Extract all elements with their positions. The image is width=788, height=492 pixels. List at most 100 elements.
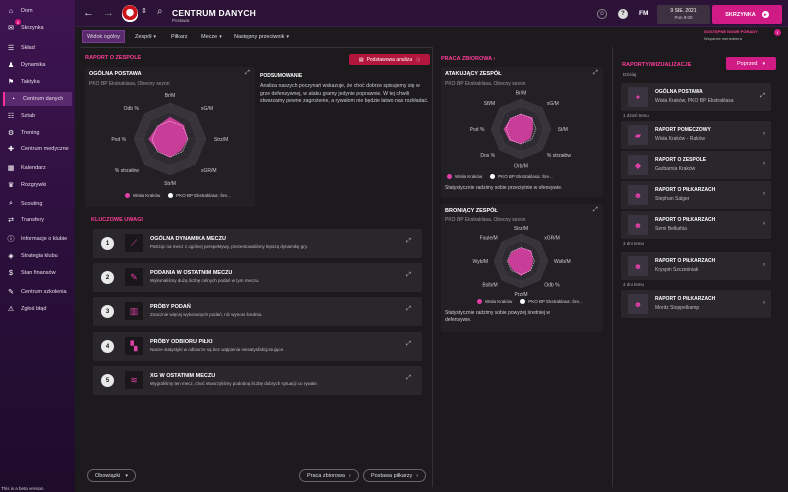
team-report-title: RAPORT O ZESPOLE: [85, 55, 142, 61]
sidebar-item-strategia-klubu[interactable]: ◈ Strategia klubu: [3, 249, 72, 263]
sidebar-item-kalendarz[interactable]: ▦ Kalendarz: [3, 161, 72, 175]
sidebar-item-label: Centrum danych: [23, 96, 64, 102]
expand-icon[interactable]: ⤢: [406, 272, 411, 279]
sidebar-item-dynamika[interactable]: ♟ Dynamika: [3, 58, 72, 72]
fm-logo[interactable]: FM: [639, 10, 648, 17]
tab-label: Zespół: [135, 33, 152, 40]
manager-icon[interactable]: ☺: [597, 9, 607, 19]
sidebar-item-transfery[interactable]: ⇄ Transfery: [3, 213, 72, 227]
expand-icon[interactable]: ⤢: [593, 70, 598, 77]
sort-dropdown[interactable]: Poprzed ▾: [726, 57, 776, 70]
sidebar-item-taktyka[interactable]: ⚑ Taktyka: [3, 75, 72, 89]
report-item[interactable]: ✦ OGÓLNA POSTAWA Wisła Kraków, PKO BP Ek…: [621, 83, 771, 111]
continue-button[interactable]: SKRZYNKA ▸: [712, 5, 782, 24]
insight-item[interactable]: 5 ≋ XG W OSTATNIM MECZU Wygraliśmy ten m…: [93, 366, 422, 395]
search-icon[interactable]: ⌕: [157, 6, 163, 17]
sidebar-item-label: Centrum medyczne: [21, 146, 69, 152]
legend-team-label: Wisła Kraków: [485, 299, 513, 304]
report-item[interactable]: ◆ RAPORT O ZESPOLE Garbarnia Kraków ›: [621, 151, 771, 179]
insight-number: 1: [101, 237, 114, 250]
date-text: 9 SIE. 2021: [670, 8, 697, 14]
report-item[interactable]: ☻ RAPORT O PIŁKARZACH Stephan Salger ›: [621, 181, 771, 209]
sort-label: Poprzed: [736, 60, 758, 67]
report-title: OGÓLNA POSTAWA: [655, 89, 703, 95]
legend-league-label: PKO BP Ekstraklasa: Śre...: [498, 174, 553, 179]
team-work-button[interactable]: Praca zbiorowa ›: [299, 469, 359, 482]
sidebar-item-label: Rozgrywki: [21, 182, 47, 188]
insight-title: XG W OSTATNIM MECZU: [150, 373, 216, 379]
sidebar-item-stan-finansów[interactable]: $ Stan finansów: [3, 266, 72, 280]
player-stance-button[interactable]: Postawa piłkarzy ›: [363, 469, 427, 482]
page-title: CENTRUM DANYCH: [172, 8, 257, 18]
back-arrow-icon[interactable]: ←: [83, 7, 94, 19]
tab-mecze[interactable]: Mecze ▾: [197, 30, 226, 43]
sidebar-item-rozgrywki[interactable]: ♛ Rozgrywki: [3, 178, 72, 192]
expand-icon[interactable]: ⤢: [593, 207, 598, 214]
sidebar-item-dom[interactable]: ⌂ Dom: [3, 4, 72, 18]
chevron-down-icon: ▾: [153, 33, 157, 40]
page-subtitle: Postawa: [172, 18, 190, 23]
sidebar-item-sztab[interactable]: ☷ Sztab: [3, 109, 72, 123]
insight-item[interactable]: 3 ▥ PRÓBY PODAŃ Znacznie więcej wykonany…: [93, 297, 422, 326]
radar-axis-label: xG/M: [547, 101, 559, 107]
report-item[interactable]: ▰ RAPORT POMECZOWY Wisła Kraków - Raków …: [621, 121, 771, 149]
insight-title: PRÓBY PODAŃ: [150, 304, 191, 310]
team-work-title[interactable]: PRACA ZBIOROWA ›: [441, 56, 495, 62]
tab-następny-przeciwnik[interactable]: Następny przeciwnik ▾: [230, 30, 293, 43]
legend-team-dot: [477, 299, 482, 304]
sidebar-item-label: Skrzynka: [21, 25, 44, 31]
insight-item[interactable]: 2 ✎ PODANIA W OSTATNIM MECZU Wykonaliśmy…: [93, 263, 422, 292]
sidebar-item-trening[interactable]: ⚙ Trening: [3, 126, 72, 140]
insight-description: Znacznie więcej wykonanych podań, niż wy…: [150, 312, 263, 317]
insight-thumbnail-icon: ⟋: [125, 234, 143, 252]
tab-zespół[interactable]: Zespół ▾: [131, 30, 160, 43]
report-item[interactable]: ☻ RAPORT O PIŁKARZACH Semi Belkahia ›: [621, 211, 771, 239]
sidebar-item-centrum-danych[interactable]: ◔ Centrum danych: [3, 92, 72, 106]
reports-title: RAPORTY/WIZUALIZACJE: [622, 62, 692, 68]
tab-widok-ogólny[interactable]: Widok ogólny: [82, 30, 126, 43]
radar-axis-label: St/M: [558, 127, 568, 133]
scouting-icon: ⌕: [9, 200, 13, 207]
tab-label: Piłkarz: [171, 33, 188, 40]
report-group-label: 3 dni temu: [623, 241, 645, 246]
overall-stance-subtitle: PKO BP Ekstraklasa, Obecny sezon: [89, 81, 170, 87]
expand-icon[interactable]: ⤢: [406, 238, 411, 245]
help-icon[interactable]: ?: [618, 9, 628, 19]
legend-league-dot: [520, 299, 526, 304]
forward-arrow-icon[interactable]: →: [103, 7, 114, 19]
overall-radar-chart: Br/M xG/M Strz/M xGR/M Str/M % strzałów Pod % O…: [111, 93, 228, 187]
tab-piłkarz[interactable]: Piłkarz: [167, 30, 192, 43]
report-group-label: 1 dzień temu: [623, 113, 649, 118]
finances-icon: $: [9, 269, 13, 277]
defending-team-title: BRONIĄCY ZESPÓŁ: [445, 208, 498, 214]
responsibilities-dropdown[interactable]: Obowiązki ▾: [87, 469, 136, 482]
sidebar-item-centrum-szkolenia[interactable]: ✎ Centrum szkolenia: [3, 285, 72, 299]
tactics-icon: ⚑: [7, 79, 15, 86]
info-icon: ⓘ: [416, 56, 421, 62]
date-display[interactable]: 9 SIE. 2021 Pon 9:00: [657, 5, 710, 24]
expand-icon[interactable]: ⤢: [245, 70, 250, 77]
insight-item[interactable]: 4 ▚ PRÓBY ODBIORU PIŁKI Nasze statystyki…: [93, 332, 422, 361]
report-item[interactable]: ☻ RAPORT O PIŁKARZACH Moritz Stoppelkamp…: [621, 290, 771, 318]
report-item[interactable]: ☻ RAPORT O PIŁKARZACH Kryspin Szcześniak…: [621, 252, 771, 280]
sidebar-item-zgłoś-błąd[interactable]: ⚠ Zgłoś błąd: [3, 302, 72, 316]
sidebar-item-informacje-o-klubie[interactable]: ⓘ Informacje o klubie: [3, 232, 72, 246]
club-crest-icon[interactable]: [122, 5, 138, 22]
sidebar-item-label: Sztab: [21, 113, 36, 119]
insight-item[interactable]: 1 ⟋ OGÓLNA DYNAMIKA MECZU Patrząc na mec…: [93, 229, 422, 258]
expand-icon[interactable]: ⤢: [406, 341, 411, 348]
expand-icon[interactable]: ⤢: [406, 306, 411, 313]
radar-axis-label: xGR/M: [544, 236, 560, 242]
insight-number: 4: [101, 340, 114, 353]
report-group-label: 4 dni temu: [623, 282, 645, 287]
summary-text: Analiza naszych poczynań wskazuje, że ch…: [260, 83, 429, 104]
sidebar-item-centrum-medyczne[interactable]: ✚ Centrum medyczne: [3, 142, 72, 156]
expand-icon[interactable]: ⤢: [406, 375, 411, 382]
chevron-updown-icon[interactable]: ⇕: [141, 7, 147, 15]
sidebar-item-scouting[interactable]: ⌕ Scouting: [3, 197, 72, 211]
basic-analysis-button[interactable]: ▤ Podstawowa analiza ⓘ: [349, 54, 430, 65]
sidebar-item-skład[interactable]: ☰ Skład: [3, 41, 72, 55]
sidebar-item-skrzynka[interactable]: ✉ 2 Skrzynka: [3, 19, 72, 35]
insight-number: 3: [101, 305, 114, 318]
sidebar-item-label: Dynamika: [21, 62, 46, 68]
